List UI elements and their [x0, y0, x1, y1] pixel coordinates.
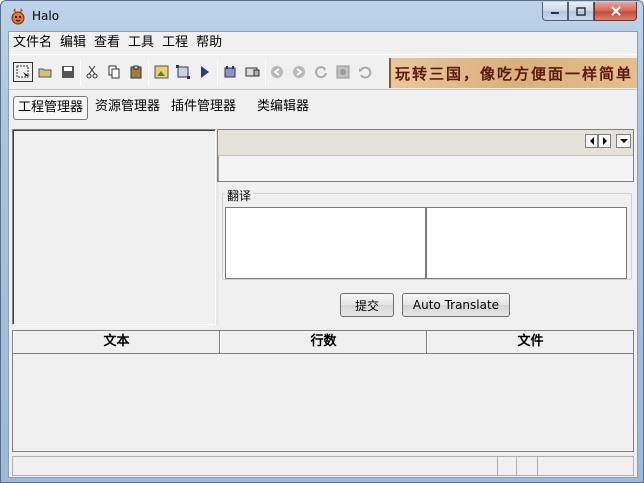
paste-icon[interactable]	[127, 63, 145, 81]
cut-icon[interactable]	[83, 63, 101, 81]
save-icon[interactable]	[59, 63, 77, 81]
project-tree-pane[interactable]	[12, 129, 216, 325]
play-icon[interactable]	[196, 63, 214, 81]
tab-project-manager[interactable]: 工程管理器	[13, 96, 89, 120]
window-title: Halo	[32, 9, 60, 23]
export-icon[interactable]	[243, 63, 261, 81]
scroll-left-button[interactable]	[585, 134, 598, 148]
results-table: 文本 行数 文件	[12, 330, 634, 452]
close-button[interactable]	[594, 2, 637, 21]
triangle-down-icon	[619, 139, 628, 143]
maximize-button[interactable]	[568, 2, 594, 21]
source-text-box[interactable]	[225, 207, 426, 279]
client-area: 文件名 编辑 查看 工具 工程 帮助 玩转三国，像吃方便面一样简单 工程管理器 …	[8, 31, 638, 478]
ad-banner[interactable]: 玩转三国，像吃方便面一样简单	[389, 58, 637, 88]
tab-list-button[interactable]	[616, 134, 631, 148]
menu-file[interactable]: 文件名	[9, 32, 56, 52]
editor-tab-strip	[218, 130, 633, 156]
copy-icon[interactable]	[105, 63, 123, 81]
editor-content[interactable]	[218, 156, 633, 181]
menu-help[interactable]: 帮助	[192, 32, 226, 52]
translate-group-label: 翻译	[225, 187, 254, 204]
close-icon	[610, 6, 621, 16]
menu-view[interactable]: 查看	[90, 32, 124, 52]
column-header-file[interactable]: 文件	[427, 331, 633, 353]
frame-icon[interactable]	[174, 63, 192, 81]
forward-icon[interactable]	[290, 63, 308, 81]
image-icon[interactable]	[152, 63, 170, 81]
tab-class-editor[interactable]: 类编辑器	[253, 96, 313, 120]
back-icon[interactable]	[268, 63, 286, 81]
auto-translate-button[interactable]: Auto Translate	[402, 293, 510, 317]
halo-app-icon	[11, 8, 25, 25]
triangle-right-icon	[602, 137, 607, 145]
translated-text-box[interactable]	[426, 207, 627, 279]
minimize-button[interactable]	[542, 2, 568, 21]
menu-edit[interactable]: 编辑	[56, 32, 90, 52]
minimize-icon	[551, 12, 559, 14]
triangle-left-icon	[589, 137, 594, 145]
tab-resource-manager[interactable]: 资源管理器	[91, 96, 164, 120]
menu-bar: 文件名 编辑 查看 工具 工程 帮助	[9, 32, 637, 52]
build-icon[interactable]	[221, 63, 239, 81]
status-bar	[12, 456, 634, 476]
maximize-icon	[576, 6, 586, 16]
toolbar: 玩转三国，像吃方便面一样简单	[9, 54, 637, 90]
table-header: 文本 行数 文件	[13, 331, 633, 354]
submit-button[interactable]: 提交	[340, 293, 394, 317]
scroll-right-button[interactable]	[598, 134, 611, 148]
column-header-line[interactable]: 行数	[220, 331, 427, 353]
menu-project[interactable]: 工程	[158, 32, 192, 52]
stop-icon[interactable]	[334, 63, 352, 81]
menu-tools[interactable]: 工具	[124, 32, 158, 52]
undo-icon[interactable]	[356, 63, 374, 81]
open-icon[interactable]	[37, 63, 55, 81]
column-header-text[interactable]: 文本	[13, 331, 220, 353]
app-window: Halo 文件名 编辑 查看 工具 工程 帮助 玩转三国，像吃方便面一样简单 工…	[0, 0, 644, 483]
text-editor	[217, 129, 634, 182]
title-bar[interactable]: Halo	[1, 1, 643, 31]
manager-tabs: 工程管理器 资源管理器 插件管理器 类编辑器	[13, 96, 316, 120]
refresh-icon[interactable]	[312, 63, 330, 81]
select-icon[interactable]	[13, 62, 33, 82]
tab-plugin-manager[interactable]: 插件管理器	[167, 96, 240, 120]
